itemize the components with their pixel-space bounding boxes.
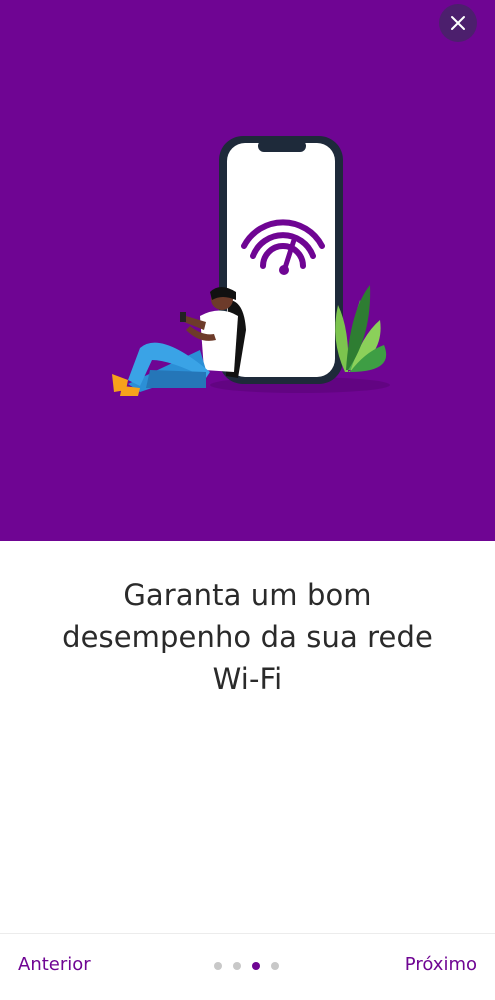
- page-dot: [271, 962, 279, 970]
- headline-line: desempenho da sua rede: [62, 620, 433, 654]
- headline-line: Wi-Fi: [212, 662, 283, 696]
- close-icon: [451, 16, 465, 30]
- pager-footer: Anterior Próximo: [0, 933, 495, 1000]
- onboarding-headline: Garanta um bom desempenho da sua rede Wi…: [0, 574, 495, 700]
- previous-button[interactable]: Anterior: [18, 954, 91, 975]
- wifi-phone-illustration: [112, 136, 390, 396]
- hero-banner: [0, 0, 495, 541]
- page-dot-active: [252, 962, 260, 970]
- next-button[interactable]: Próximo: [405, 954, 477, 975]
- headline-line: Garanta um bom: [123, 578, 372, 612]
- page-indicator: [214, 962, 279, 970]
- page-dot: [214, 962, 222, 970]
- page-dot: [233, 962, 241, 970]
- close-button[interactable]: [439, 4, 477, 42]
